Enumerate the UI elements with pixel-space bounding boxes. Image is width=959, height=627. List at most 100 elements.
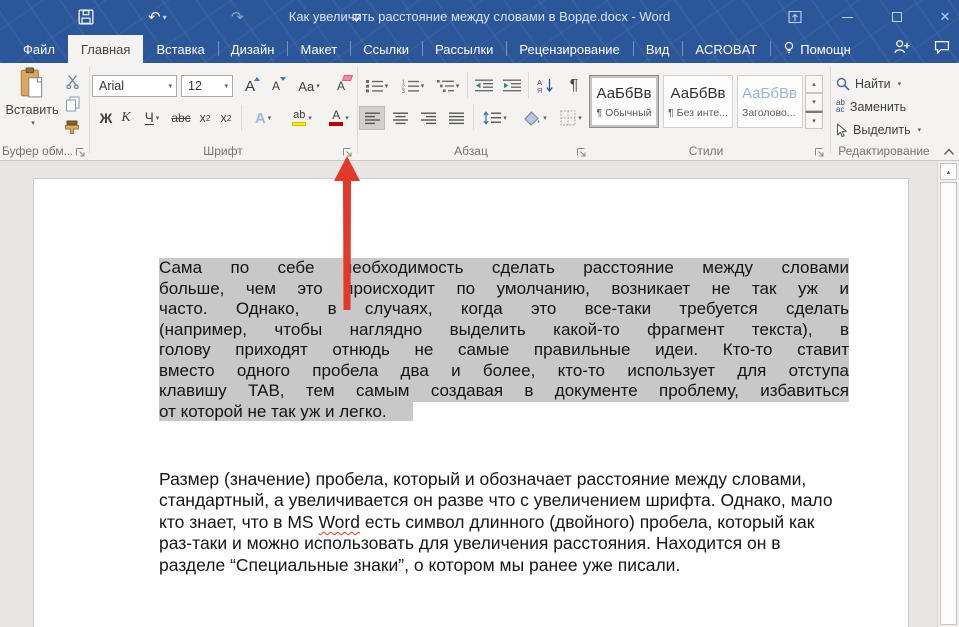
- maximize-icon: [892, 12, 902, 22]
- borders-dropdown-icon: ▾: [578, 114, 582, 122]
- align-left-button[interactable]: [359, 106, 385, 130]
- tab-view[interactable]: Вид: [633, 35, 683, 63]
- strikethrough-button[interactable]: abc: [168, 107, 194, 129]
- close-button[interactable]: ✕: [930, 6, 959, 28]
- borders-button[interactable]: ▾: [555, 106, 587, 130]
- comments-button[interactable]: [933, 40, 951, 59]
- style-card-heading[interactable]: АаБбВв Заголово...: [737, 75, 803, 128]
- align-right-button[interactable]: [415, 106, 441, 130]
- ribbon-display-options-button[interactable]: [780, 6, 810, 28]
- clear-formatting-glyph: А: [337, 79, 345, 93]
- scroll-up-button[interactable]: ▴: [940, 163, 957, 180]
- tab-acrobat[interactable]: ACROBAT: [682, 35, 770, 63]
- decrease-indent-button[interactable]: [471, 74, 497, 98]
- vertical-scrollbar[interactable]: ▴: [937, 161, 959, 627]
- show-marks-button[interactable]: ¶: [562, 73, 586, 99]
- format-painter-icon: [64, 120, 80, 135]
- style-preview: АаБбВв: [597, 85, 652, 102]
- shading-button[interactable]: ▾: [517, 106, 553, 130]
- save-button[interactable]: [78, 7, 94, 27]
- justify-icon: [449, 112, 464, 125]
- copy-icon: [65, 96, 80, 112]
- text-line: раз-таки и можно использовать для увелич…: [159, 533, 875, 554]
- font-size-dropdown-icon: ▾: [224, 82, 228, 90]
- styles-scroll-down-button[interactable]: ▾: [805, 93, 823, 111]
- format-painter-button[interactable]: [60, 117, 84, 137]
- numbering-dropdown-icon: ▾: [421, 82, 425, 90]
- tab-design[interactable]: Дизайн: [218, 35, 288, 63]
- replace-icon: ab ac: [836, 100, 845, 113]
- font-color-button[interactable]: А ▾: [322, 105, 356, 131]
- separator: [467, 72, 468, 98]
- qat-customize-button[interactable]: [350, 7, 363, 27]
- subscript-button[interactable]: x2: [195, 107, 215, 129]
- redo-button[interactable]: ↷: [231, 7, 244, 27]
- clipboard-dialog-launcher[interactable]: [75, 145, 87, 157]
- line-spacing-button[interactable]: ▾: [477, 106, 513, 130]
- select-button[interactable]: Выделить ▾: [836, 119, 921, 140]
- clear-formatting-button[interactable]: А: [330, 74, 352, 98]
- maximize-button[interactable]: [882, 6, 912, 28]
- text-effects-dropdown-icon: ▾: [268, 114, 272, 122]
- multilevel-list-button[interactable]: ▾: [432, 74, 464, 98]
- change-case-button[interactable]: Aa▾: [294, 74, 324, 98]
- decrease-indent-icon: [475, 79, 493, 93]
- style-card-no-spacing[interactable]: АаБбВв ¶ Без инте...: [663, 75, 733, 128]
- grow-font-button[interactable]: А: [238, 74, 262, 98]
- text-segment: кто знает, что в MS: [159, 512, 318, 532]
- selected-text: от которой не так уж и легко.: [159, 402, 413, 421]
- styles-dialog-launcher[interactable]: [814, 145, 826, 157]
- tab-review[interactable]: Рецензирование: [506, 35, 632, 63]
- tab-references[interactable]: Ссылки: [350, 35, 422, 63]
- tab-file[interactable]: Файл: [10, 35, 68, 63]
- text-line: стандартный, а увеличивается он разве чт…: [159, 490, 875, 511]
- paragraph-dialog-launcher[interactable]: [576, 145, 588, 157]
- tab-mailings[interactable]: Рассылки: [422, 35, 506, 63]
- separator: [473, 104, 474, 130]
- comment-icon: [933, 40, 951, 54]
- paragraph-normal: Размер (значение) пробела, который и обо…: [159, 469, 875, 576]
- copy-button[interactable]: [60, 94, 84, 114]
- style-name: Заголово...: [742, 107, 796, 119]
- undo-button[interactable]: ↶ ▾: [148, 7, 167, 27]
- bullets-button[interactable]: ▾: [361, 74, 393, 98]
- font-name-select[interactable]: Arial ▾: [92, 75, 177, 97]
- bold-button[interactable]: Ж: [96, 107, 116, 129]
- scroll-thumb[interactable]: [940, 182, 957, 625]
- share-button[interactable]: [893, 39, 911, 59]
- tab-layout[interactable]: Макет: [287, 35, 350, 63]
- font-size-select[interactable]: 12 ▾: [181, 75, 233, 97]
- styles-more-button[interactable]: ▾: [805, 111, 823, 129]
- tab-insert[interactable]: Вставка: [143, 35, 217, 63]
- separator: [241, 105, 242, 131]
- styles-scroll-up-button[interactable]: ▴: [805, 75, 823, 93]
- minimize-button[interactable]: [832, 6, 862, 28]
- minimize-icon: [842, 17, 853, 18]
- increase-indent-button[interactable]: [499, 74, 525, 98]
- sort-button[interactable]: А Я: [531, 73, 559, 99]
- superscript-button[interactable]: x2: [216, 107, 236, 129]
- cut-button[interactable]: [60, 71, 84, 91]
- numbering-icon: 1 2 3: [402, 79, 419, 93]
- document-page[interactable]: Сама по себе необходимость сделать расст…: [33, 178, 909, 627]
- paste-dropdown-icon: ▾: [31, 119, 35, 127]
- collapse-ribbon-button[interactable]: [941, 143, 957, 159]
- red-annotation-arrow: [333, 156, 361, 310]
- tab-assistant[interactable]: Помощн: [770, 35, 864, 63]
- underline-button[interactable]: Ч▾: [137, 107, 167, 129]
- align-center-button[interactable]: [387, 106, 413, 130]
- highlight-glyph: ab: [293, 110, 305, 121]
- highlight-button[interactable]: ab ▾: [283, 105, 321, 131]
- replace-button[interactable]: ab ac Заменить: [836, 96, 906, 117]
- highlight-color-bar: [292, 122, 306, 126]
- shrink-font-button[interactable]: А: [264, 74, 288, 98]
- change-case-glyph: Aa: [298, 79, 314, 94]
- text-effects-button[interactable]: А▾: [246, 107, 280, 129]
- italic-button[interactable]: К: [117, 107, 135, 129]
- paste-button[interactable]: Вставить ▾: [5, 67, 59, 141]
- numbering-button[interactable]: 1 2 3 ▾: [397, 74, 429, 98]
- find-button[interactable]: Найти ▾: [836, 73, 901, 94]
- tab-home[interactable]: Главная: [68, 35, 143, 63]
- style-card-normal[interactable]: АаБбВв ¶ Обычный: [589, 75, 659, 128]
- justify-button[interactable]: [443, 106, 469, 130]
